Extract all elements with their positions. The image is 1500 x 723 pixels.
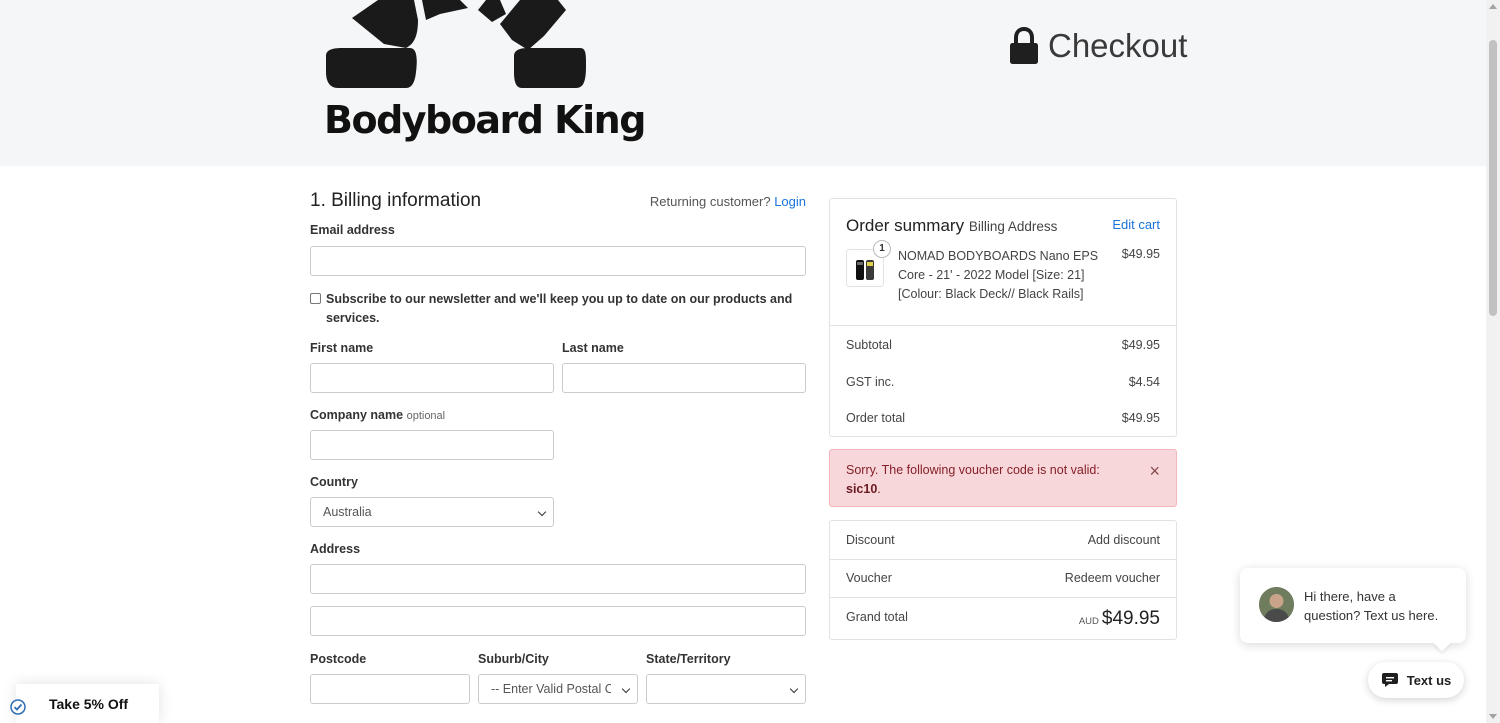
billing-heading: 1. Billing information: [310, 190, 482, 211]
totals-panel: Discount Add discount Voucher Redeem vou…: [829, 520, 1177, 640]
person-avatar-icon: [1259, 587, 1294, 622]
order-summary-heading: Order summary Billing Address: [846, 216, 1057, 236]
chat-prompt-bubble[interactable]: Hi there, have a question? Text us here.: [1240, 568, 1466, 643]
order-summary-title: Order summary: [846, 216, 965, 235]
returning-text: Returning customer?: [649, 194, 771, 209]
product-name: NOMAD BODYBOARDS Nano EPS Core - 21' - 2…: [898, 249, 1099, 301]
alert-voucher-code: sic10: [846, 482, 878, 496]
text-us-button[interactable]: Text us: [1368, 662, 1464, 698]
chevron-down-icon: [537, 507, 547, 517]
avatar: [1259, 587, 1294, 622]
login-link[interactable]: Login: [774, 194, 806, 209]
country-value: Australia: [323, 505, 372, 519]
voucher-error-alert: Sorry. The following voucher code is not…: [829, 449, 1177, 507]
discount-label: Discount: [846, 533, 895, 547]
address-line2-field[interactable]: [310, 606, 806, 636]
subtotal-label: Subtotal: [846, 338, 892, 352]
quantity-badge: 1: [873, 240, 891, 258]
voucher-label: Voucher: [846, 571, 892, 585]
logo-sun-icon: [326, 0, 586, 88]
first-name-field[interactable]: [310, 363, 554, 393]
company-label-text: Company name: [310, 408, 404, 422]
grand-total-label: Grand total: [846, 610, 908, 624]
scroll-up-icon[interactable]: [1489, 4, 1497, 9]
state-select[interactable]: [646, 674, 806, 704]
grand-total-amount: AUD $49.95: [1079, 608, 1160, 630]
chat-icon: [1381, 673, 1398, 687]
checkout-title: Checkout: [1008, 24, 1187, 68]
address-line1-field[interactable]: [310, 564, 806, 594]
alert-text: Sorry. The following voucher code is not…: [846, 463, 1100, 477]
lock-icon: [1010, 27, 1038, 64]
order-summary-panel: Order summary Billing Address Edit cart …: [829, 198, 1177, 437]
grand-total-value: $49.95: [1101, 608, 1160, 629]
state-label: State/Territory: [646, 652, 731, 666]
chat-message: Hi there, have a question? Text us here.: [1304, 589, 1439, 623]
divider: [830, 597, 1176, 598]
logo-text: Bodyboard King: [324, 98, 646, 142]
order-total-label: Order total: [846, 411, 906, 425]
divider: [830, 559, 1176, 560]
suburb-value: -- Enter Valid Postal Code --: [491, 682, 611, 696]
bodyboard-king-logo[interactable]: Bodyboard King: [322, 0, 646, 148]
text-us-label: Text us: [1406, 672, 1452, 688]
promo-label: Take 5% Off: [49, 695, 129, 712]
country-select[interactable]: Australia: [310, 497, 554, 527]
postcode-field[interactable]: [310, 674, 470, 704]
checkout-heading: Checkout: [1048, 27, 1188, 64]
newsletter-label: Subscribe to our newsletter and we'll ke…: [326, 292, 793, 325]
divider: [830, 325, 1176, 326]
header: Bodyboard King Checkout: [0, 0, 1486, 166]
promo-tab[interactable]: Take 5% Off: [16, 684, 159, 723]
alert-message: Sorry. The following voucher code is not…: [846, 461, 1126, 499]
chevron-down-icon: [789, 684, 799, 694]
last-name-field[interactable]: [562, 363, 806, 393]
returning-customer: Returning customer? Login: [650, 194, 806, 209]
page-scrollbar[interactable]: [1486, 0, 1500, 723]
redeem-voucher-link[interactable]: Redeem voucher: [1065, 571, 1160, 585]
suburb-select[interactable]: -- Enter Valid Postal Code --: [478, 674, 638, 704]
country-label: Country: [310, 475, 358, 489]
gst-value: $4.54: [1128, 375, 1160, 389]
last-name-label: Last name: [562, 341, 624, 355]
alert-suffix: .: [877, 482, 881, 496]
product-price: $49.95: [1121, 247, 1160, 261]
suburb-label: Suburb/City: [478, 652, 549, 666]
chevron-down-icon: [621, 684, 631, 694]
gst-label: GST inc.: [846, 375, 895, 389]
first-name-label: First name: [310, 341, 374, 355]
address-label: Address: [310, 542, 361, 556]
close-icon[interactable]: ×: [1149, 462, 1160, 480]
currency-code: AUD: [1078, 616, 1099, 627]
add-discount-link[interactable]: Add discount: [1088, 533, 1160, 547]
company-field[interactable]: [310, 430, 554, 460]
newsletter-row[interactable]: Subscribe to our newsletter and we'll ke…: [310, 290, 806, 328]
company-label: Company name optional: [310, 408, 445, 422]
subtotal-value: $49.95: [1121, 338, 1160, 352]
edit-cart-link[interactable]: Edit cart: [1112, 217, 1160, 232]
newsletter-checkbox[interactable]: [310, 293, 321, 304]
email-label: Email address: [310, 223, 395, 237]
verified-badge-icon: [10, 699, 26, 715]
postcode-label: Postcode: [310, 652, 367, 666]
order-total-value: $49.95: [1121, 411, 1160, 425]
email-field[interactable]: [310, 246, 806, 276]
scroll-thumb[interactable]: [1489, 40, 1497, 316]
order-summary-subtitle: Billing Address: [968, 219, 1058, 234]
scroll-down-icon[interactable]: [1489, 714, 1497, 719]
optional-tag: optional: [406, 410, 446, 422]
